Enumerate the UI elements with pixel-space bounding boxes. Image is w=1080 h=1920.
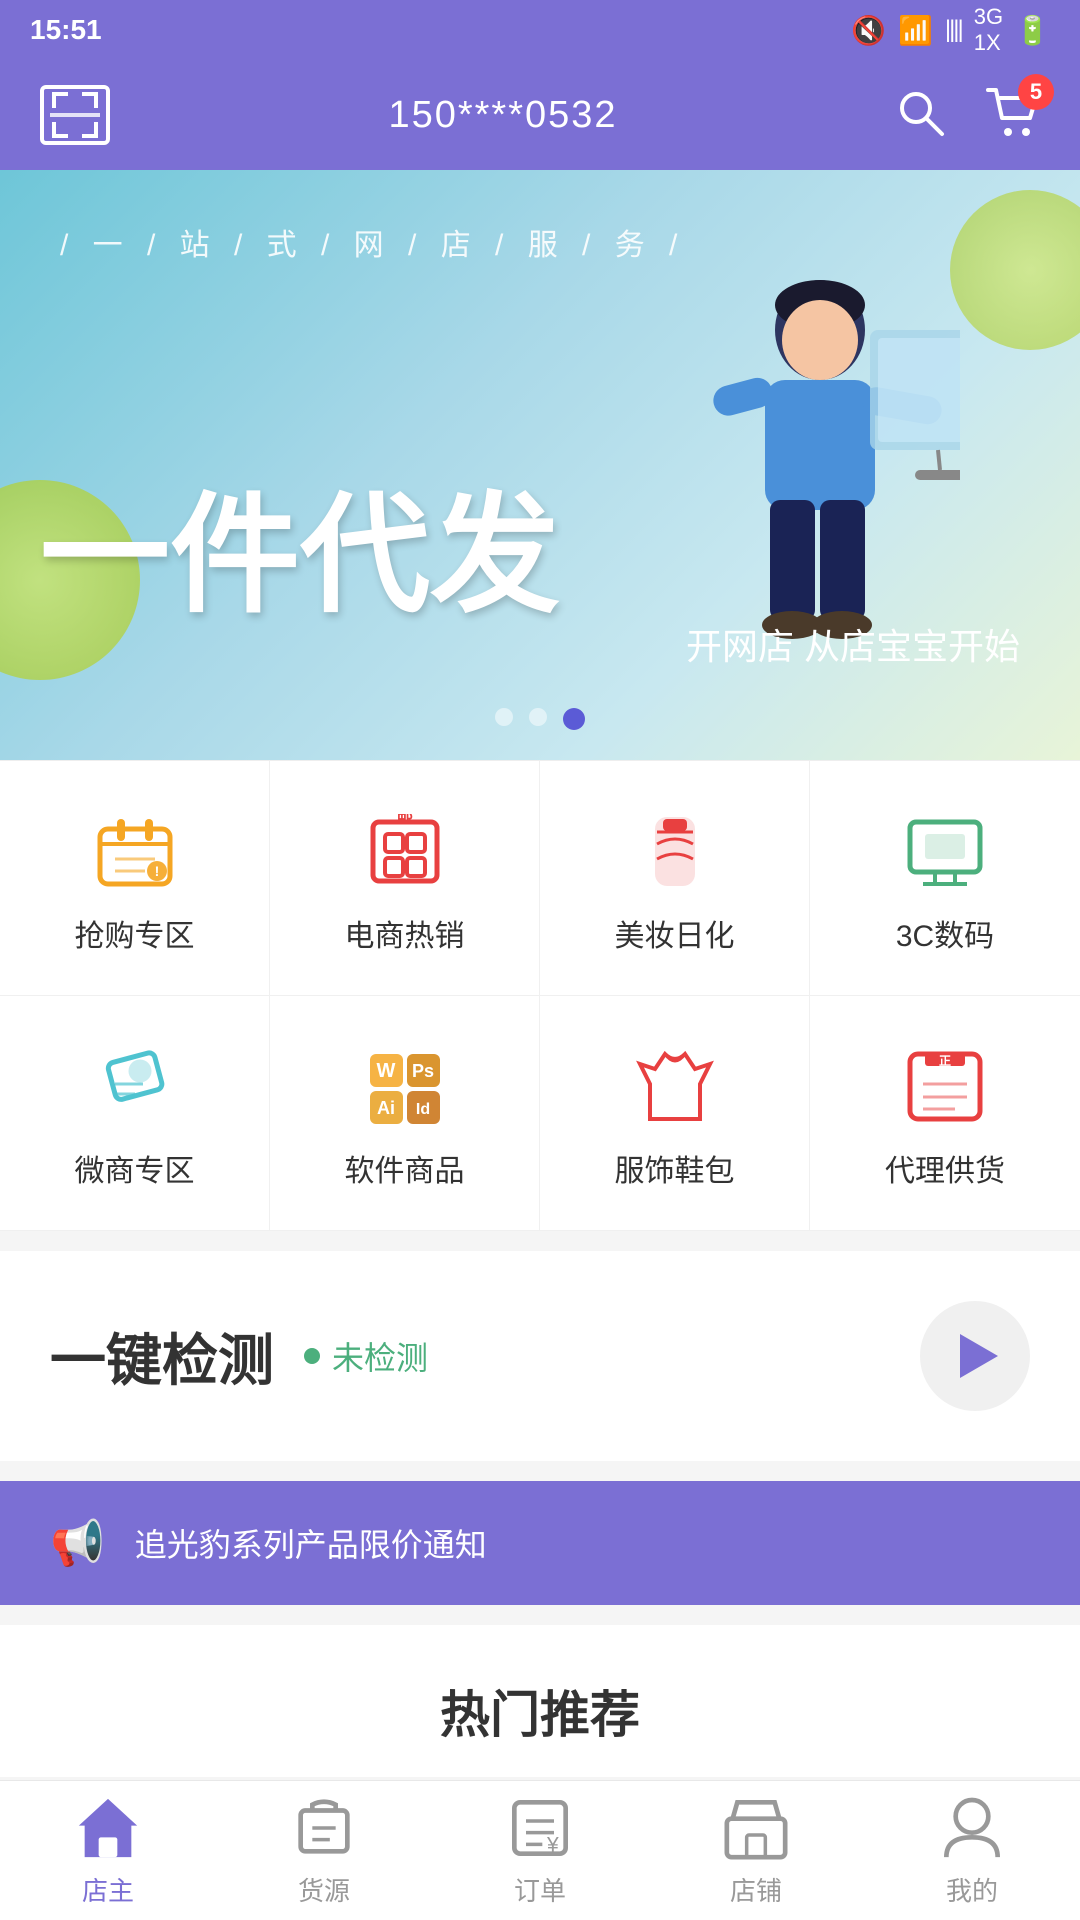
- category-fushi[interactable]: 服饰鞋包: [540, 996, 810, 1231]
- 3c-icon: [895, 811, 995, 891]
- category-weishang[interactable]: 微商专区: [0, 996, 270, 1231]
- ruanjian-label: 软件商品: [345, 1146, 465, 1190]
- nav-order-label: 订单: [514, 1871, 566, 1908]
- daili-label: 代理供货: [885, 1146, 1005, 1190]
- detection-status-label: 未检测: [332, 1333, 428, 1379]
- svg-text:邮: 邮: [396, 814, 412, 824]
- qiangou-icon: !: [85, 811, 185, 891]
- signal-icon: ||||: [945, 16, 962, 44]
- detection-status: 未检测: [304, 1333, 428, 1379]
- svg-text:W: W: [376, 1060, 395, 1082]
- weishang-icon: [85, 1046, 185, 1126]
- fushi-icon: [625, 1046, 725, 1126]
- weishang-label: 微商专区: [75, 1146, 195, 1190]
- 3c-label: 3C数码: [896, 911, 994, 955]
- announcement-bar[interactable]: 📢 追光豹系列产品限价通知: [0, 1481, 1080, 1605]
- status-time: 15:51: [30, 14, 102, 46]
- banner-main-text: 一件代发: [40, 490, 560, 620]
- nav-shop-label: 店铺: [730, 1871, 782, 1908]
- category-meizhuang[interactable]: 美妆日化: [540, 761, 810, 996]
- category-daili[interactable]: 正 代理供货: [810, 996, 1080, 1231]
- svg-text:¥: ¥: [546, 1833, 559, 1856]
- category-grid: ! 抢购专区 邮 电商热销 美妆: [0, 760, 1080, 1231]
- svg-text:Ai: Ai: [377, 1098, 395, 1118]
- home-icon: [73, 1793, 143, 1863]
- cart-badge: 5: [1018, 74, 1054, 110]
- nav-source-label: 货源: [298, 1871, 350, 1908]
- status-bar: 15:51 🔇 📶 |||| 3G1X 🔋: [0, 0, 1080, 60]
- nav-home[interactable]: 店主: [43, 1777, 173, 1920]
- play-icon: [960, 1334, 998, 1378]
- svg-text:正: 正: [939, 1054, 951, 1068]
- wifi-icon: 📶: [898, 14, 933, 47]
- section-title: 热门推荐: [440, 1687, 640, 1743]
- banner-dots: [495, 708, 585, 730]
- user-phone: 150****0532: [388, 94, 617, 137]
- order-icon: ¥: [505, 1793, 575, 1863]
- nav-mine-label: 我的: [946, 1871, 998, 1908]
- status-dot: [304, 1348, 320, 1364]
- nav-order[interactable]: ¥ 订单: [475, 1777, 605, 1920]
- hot-recommend-section: 热门推荐: [0, 1625, 1080, 1777]
- battery-icon: 🔋: [1015, 14, 1050, 47]
- qiangou-label: 抢购专区: [75, 911, 195, 955]
- app-header: 150****0532 5: [0, 60, 1080, 170]
- dot-3[interactable]: [563, 708, 585, 730]
- source-icon: [289, 1793, 359, 1863]
- announce-icon: 📢: [50, 1517, 105, 1569]
- dianshang-icon: 邮: [355, 811, 455, 891]
- nav-home-label: 店主: [82, 1871, 134, 1908]
- svg-text:Id: Id: [415, 1101, 429, 1118]
- network-type: 3G1X: [974, 4, 1003, 56]
- fushi-label: 服饰鞋包: [615, 1146, 735, 1190]
- play-button[interactable]: [920, 1301, 1030, 1411]
- dianshang-label: 电商热销: [345, 911, 465, 955]
- mute-icon: 🔇: [851, 14, 886, 47]
- category-3c[interactable]: 3C数码: [810, 761, 1080, 996]
- header-actions: 5: [896, 88, 1040, 143]
- detection-title: 一键检测: [50, 1316, 274, 1397]
- daili-icon: 正: [895, 1046, 995, 1126]
- dot-2[interactable]: [529, 708, 547, 726]
- category-qiangou[interactable]: ! 抢购专区: [0, 761, 270, 996]
- detection-left: 一键检测 未检测: [50, 1316, 428, 1397]
- bottom-nav: 店主 货源 ¥ 订单 店铺 我的: [0, 1780, 1080, 1920]
- nav-source[interactable]: 货源: [259, 1777, 389, 1920]
- search-button[interactable]: [896, 88, 946, 143]
- status-icons: 🔇 📶 |||| 3G1X 🔋: [851, 4, 1050, 56]
- nav-shop[interactable]: 店铺: [691, 1777, 821, 1920]
- category-dianshang[interactable]: 邮 电商热销: [270, 761, 540, 996]
- banner: / 一 / 站 / 式 / 网 / 店 / 服 / 务 / 一件代发 开网店 从…: [0, 170, 1080, 760]
- meizhuang-label: 美妆日化: [615, 911, 735, 955]
- category-ruanjian[interactable]: W Ps Ai Id 软件商品: [270, 996, 540, 1231]
- svg-text:!: !: [154, 863, 159, 879]
- shop-icon: [721, 1793, 791, 1863]
- detection-section: 一键检测 未检测: [0, 1251, 1080, 1461]
- ruanjian-icon: W Ps Ai Id: [355, 1046, 455, 1126]
- announcement-text: 追光豹系列产品限价通知: [135, 1520, 487, 1566]
- cart-button[interactable]: 5: [986, 88, 1040, 143]
- meizhuang-icon: [625, 811, 725, 891]
- banner-sub-text: 开网店 从店宝宝开始: [686, 618, 1020, 670]
- svg-text:Ps: Ps: [411, 1061, 433, 1081]
- nav-mine[interactable]: 我的: [907, 1777, 1037, 1920]
- scan-button[interactable]: [40, 85, 110, 145]
- bubble-right: [950, 190, 1080, 350]
- banner-subtitle: / 一 / 站 / 式 / 网 / 店 / 服 / 务 /: [60, 220, 685, 264]
- mine-icon: [937, 1793, 1007, 1863]
- dot-1[interactable]: [495, 708, 513, 726]
